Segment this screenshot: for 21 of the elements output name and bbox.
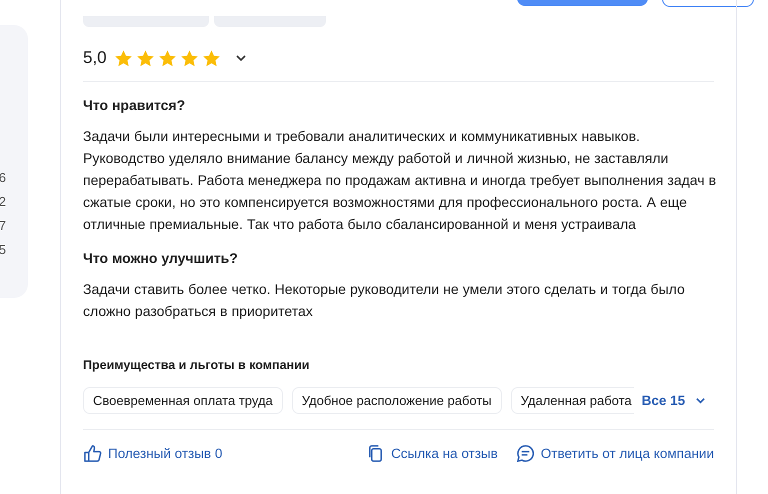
- section-heading: Что нравится?: [83, 96, 186, 114]
- star-icon: [202, 48, 221, 68]
- star-icon: [158, 48, 177, 68]
- action-link[interactable]: Ответить от лица компании: [516, 444, 714, 463]
- action-link[interactable]: Полезный отзыв 0: [83, 444, 222, 463]
- show-all-link[interactable]: Все 15: [634, 393, 706, 408]
- benefit-chip: Своевременная оплата труда: [83, 387, 283, 414]
- benefits-heading: Преимущества и льготы в компании: [83, 358, 310, 372]
- chevron-icon: [695, 395, 706, 406]
- review-text: Задачи были интересными и требовали аналитических и коммуникативных навыков. Руководство уделяло внимание балансу между работой и личной жизнью, не заставляли перерабатывать. Работа менеджера по продажам активна и иногда требует выполнения задач в сжатые сроки, но это компенсируется возможностями для профессионального роста. А еще отличные премиальные. Так что работа было сбалансированной и меня устраивала: [83, 127, 718, 234]
- benefit-chip: Удобное расположение работы: [292, 387, 502, 414]
- rating-score: 5,0: [83, 48, 107, 68]
- star-icon: [180, 48, 199, 68]
- star-icon: [136, 48, 155, 68]
- review-text: Задачи ставить более четко. Некоторые руководители не умели этого сделать и тогда было сложно разобраться в приоритетах: [83, 280, 686, 321]
- thumbs-up-icon: [83, 444, 102, 463]
- benefit-chip: Удаленная работа: [510, 387, 634, 414]
- chat-icon: [516, 444, 535, 463]
- section-heading: Что можно улучшить?: [83, 249, 239, 267]
- action-link[interactable]: Ссылка на отзыв: [366, 444, 498, 463]
- star-icon: [114, 48, 133, 68]
